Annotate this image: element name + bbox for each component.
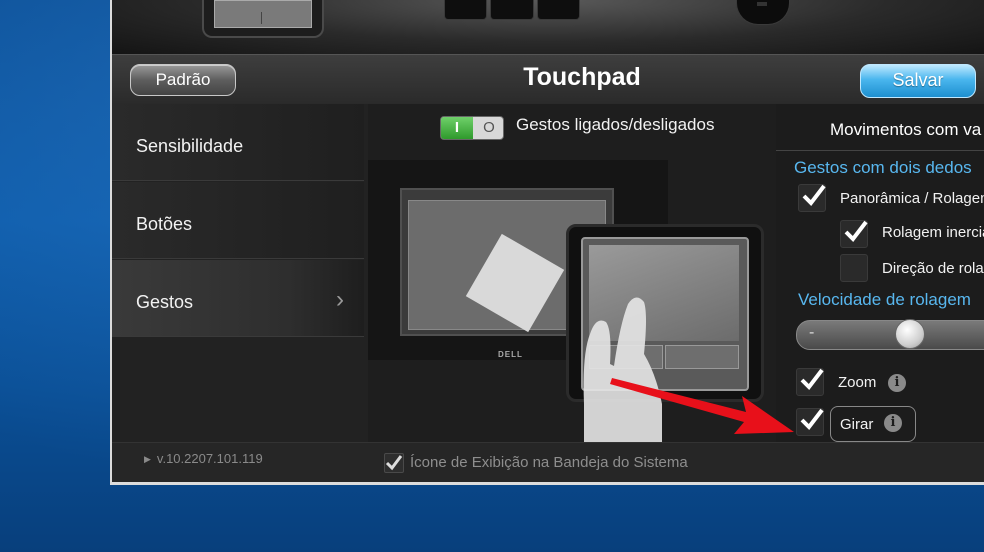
header-bar: Padrão Touchpad Salvar [112,54,984,105]
red-arrow-annotation [610,378,794,434]
sidebar-item-botoes[interactable]: Botões [112,182,364,259]
pan-scroll-label: Panorâmica / Rolagem [840,190,984,207]
rotate-checkbox[interactable] [796,408,824,436]
zoom-checkbox[interactable] [796,368,824,396]
checkmark-icon [844,220,868,243]
keyboard-device-icon[interactable] [444,0,580,20]
scroll-direction-label: Direção de rola [882,260,984,277]
checkmark-icon [800,368,824,391]
sidebar-item-sensibilidade[interactable]: Sensibilidade [112,104,364,181]
rotate-info-icon[interactable]: i [884,414,902,432]
zoom-label: Zoom [838,374,877,391]
tray-icon-checkbox[interactable] [384,453,404,473]
page-title: Touchpad [523,63,641,91]
scroll-speed-title: Velocidade de rolagem [798,290,971,309]
sidebar-item-gestos[interactable]: Gestos › [112,260,364,337]
chevron-right-icon: › [336,286,344,313]
movements-heading: Movimentos com va [830,120,982,139]
device-strip [112,0,984,54]
laptop-brand-logo: DELL [498,350,523,359]
inertial-scroll-label: Rolagem inercia [882,224,984,241]
version-label[interactable]: v.10.2207.101.119 [144,451,263,466]
toggle-off-label: O [483,119,495,136]
touchpad-device-icon[interactable] [202,0,324,38]
scroll-speed-slider[interactable]: - [796,319,984,350]
scroll-direction-checkbox[interactable] [840,254,868,282]
footer-bar: v.10.2207.101.119 Ícone de Exibição na B… [112,442,984,482]
toggle-on-label: I [441,117,473,139]
gestures-toggle-label: Gestos ligados/desligados [516,115,715,134]
pan-scroll-checkbox[interactable] [798,184,826,212]
slider-knob[interactable] [895,319,925,349]
touchpad-settings-window: Padrão Touchpad Salvar Sensibilidade Bot… [110,0,984,485]
gestures-toggle[interactable]: I O [440,116,504,140]
sidebar-item-label: Gestos [136,292,194,312]
reset-default-button[interactable]: Padrão [130,64,236,96]
sidebar-item-label: Botões [136,214,193,234]
tray-icon-label: Ícone de Exibição na Bandeja do Sistema [410,454,688,471]
checkmark-icon [385,455,403,471]
zoom-info-icon[interactable]: i [888,374,906,392]
sidebar-item-label: Sensibilidade [136,136,244,156]
inertial-scroll-checkbox[interactable] [840,220,868,248]
slider-minus-label: - [809,324,815,341]
gesture-options: Movimentos com va Gestos com dois dedos … [776,104,984,442]
mouse-device-icon[interactable] [736,0,790,25]
sidebar: Sensibilidade Botões Gestos › [112,104,368,442]
rotate-label: Girar [840,416,874,433]
two-finger-section-title: Gestos com dois dedos [794,158,972,177]
checkmark-icon [800,408,824,431]
save-button[interactable]: Salvar [860,64,976,98]
checkmark-icon [802,184,826,207]
